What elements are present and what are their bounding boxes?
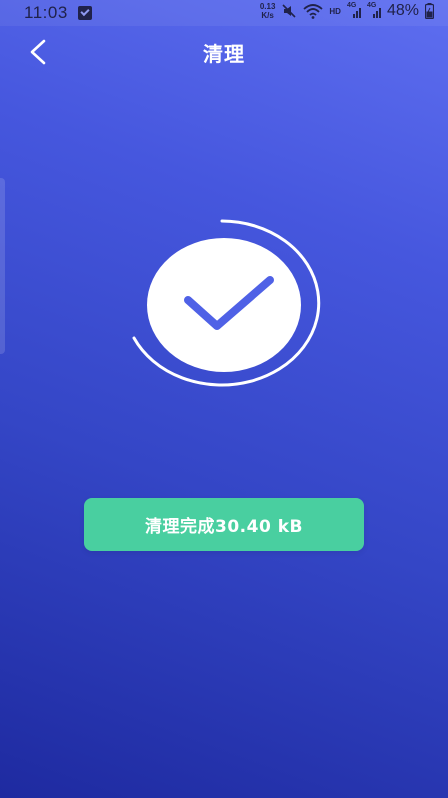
status-right: 0.13 K/s HD 4G 4G 48%	[260, 2, 434, 20]
mute-icon	[282, 4, 296, 18]
cleanup-complete-label: 清理完成30.40 kB	[145, 517, 303, 537]
status-left: 11:03	[24, 3, 92, 23]
page-title: 清理	[203, 42, 245, 66]
cleanup-result-screen: 11:03 0.13 K/s HD 4G 4G 48% 清理 清理完成30.40…	[0, 0, 448, 798]
signal-4g-icon: 4G	[367, 2, 381, 18]
battery-percent: 48%	[386, 2, 419, 19]
signal-4g-icon: 4G	[347, 2, 361, 18]
network-speed: 0.13 K/s	[260, 2, 276, 20]
side-edge-handle[interactable]	[0, 178, 5, 354]
hd-label: HD	[329, 6, 341, 16]
wifi-icon	[303, 4, 324, 19]
network-speed-unit: K/s	[261, 11, 274, 20]
status-time: 11:03	[24, 3, 68, 22]
battery-icon	[425, 3, 434, 19]
cleanup-complete-button[interactable]: 清理完成30.40 kB	[84, 498, 364, 551]
status-bar: 11:03 0.13 K/s HD 4G 4G 48%	[0, 0, 448, 26]
network-speed-value: 0.13	[259, 2, 276, 11]
notification-check-icon	[77, 6, 92, 20]
success-check-graphic	[132, 219, 321, 387]
